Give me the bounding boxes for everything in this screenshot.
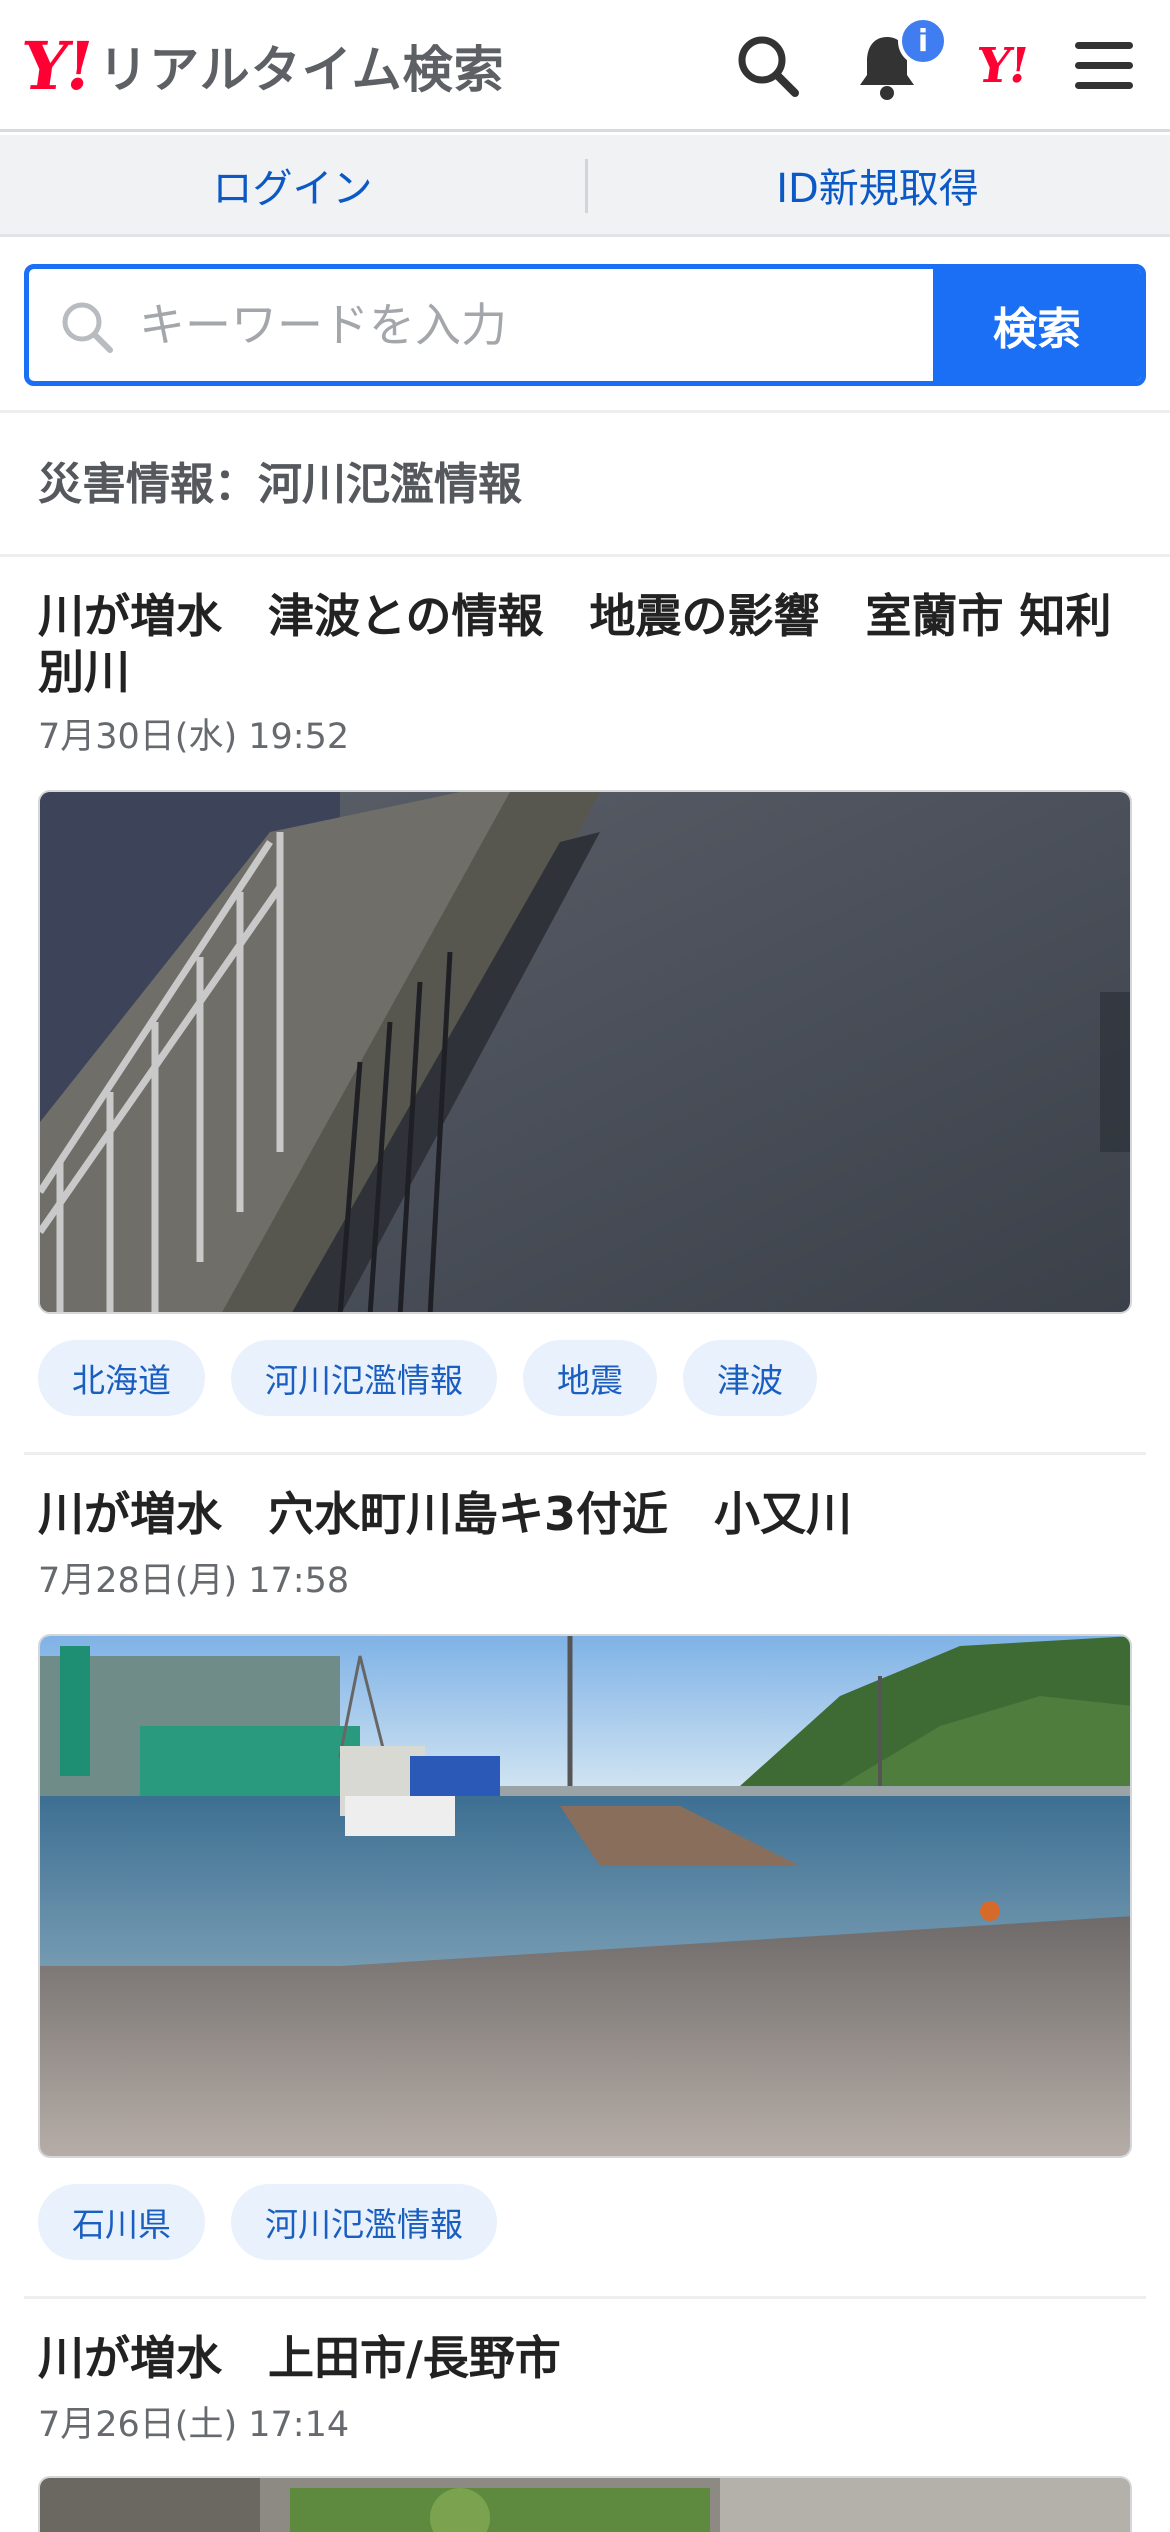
login-link[interactable]: ログイン [0,135,585,234]
yahoo-logo-mark: Y! [16,27,96,105]
menu-button[interactable] [1062,24,1146,108]
divider [0,554,1170,557]
tag-chip[interactable]: 北海道 [38,1340,205,1416]
register-link[interactable]: ID新規取得 [585,135,1170,234]
hamburger-menu-icon [1075,42,1133,89]
logo-text: リアルタイム検索 [98,41,505,99]
divider [24,2296,1146,2299]
tag-chip[interactable]: 石川県 [38,2184,205,2260]
article-date: 7月26日(土) 17:14 [38,2405,350,2445]
article-date: 7月30日(水) 19:52 [38,717,350,757]
tag-chip[interactable]: 地震 [523,1340,657,1416]
article-image[interactable] [38,790,1132,1314]
tag-chip[interactable]: 河川氾濫情報 [231,2184,497,2260]
login-bar-divider [585,159,588,213]
search-submit-button[interactable]: 検索 [933,269,1141,381]
yahoo-japan-icon: Y! [973,38,1031,94]
search-field-icon [57,297,117,357]
article-image[interactable] [38,2476,1132,2532]
yahoo-japan-button[interactable]: Y! [960,24,1044,108]
divider [24,1452,1146,1455]
tag-chip[interactable]: 津波 [683,1340,817,1416]
app-header: Y! リアルタイム検索 i Y! [0,0,1170,132]
search-box: 検索 [24,264,1146,386]
tag-chip[interactable]: 河川氾濫情報 [231,1340,497,1416]
article-title[interactable]: 川が増水 津波との情報 地震の影響 室蘭市 知利別川 [38,588,1118,700]
header-search-button[interactable] [726,24,810,108]
login-bar: ログイン ID新規取得 [0,135,1170,237]
article-image[interactable] [38,1634,1132,2158]
search-icon [738,36,799,97]
article-date: 7月28日(月) 17:58 [38,1561,350,1601]
article-tags: 北海道 河川氾濫情報 地震 津波 [38,1340,817,1416]
article-title[interactable]: 川が増水 上田市/長野市 [38,2330,1118,2386]
notification-badge: i [898,16,948,66]
article-tags: 石川県 河川氾濫情報 [38,2184,497,2260]
section-title: 災害情報：河川氾濫情報 [38,459,522,510]
divider [0,410,1170,413]
article-title[interactable]: 川が増水 穴水町川島キ3付近 小又川 [38,1486,1118,1542]
search-input[interactable] [139,269,939,381]
yahoo-realtime-logo[interactable]: Y! リアルタイム検索 [17,27,505,105]
